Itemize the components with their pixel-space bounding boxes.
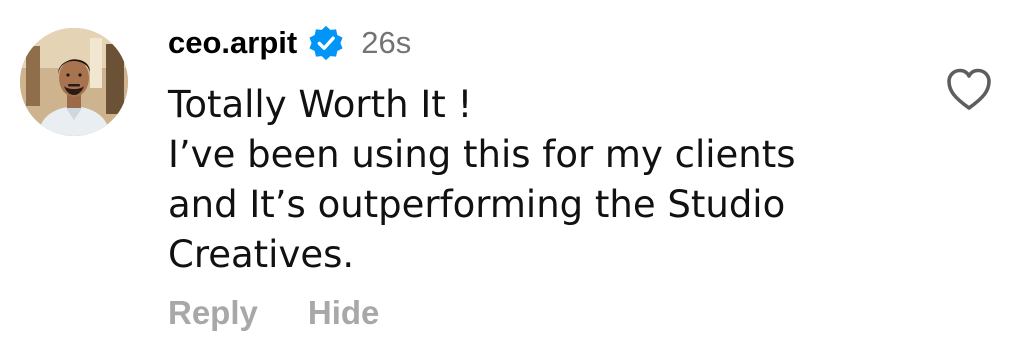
reply-button[interactable]: Reply (168, 294, 258, 332)
comment-item: ceo.arpit 26s Totally Worth It ! I’ve be… (0, 0, 1026, 345)
comment-text: Totally Worth It ! I’ve been using this … (168, 80, 868, 280)
timestamp: 26s (361, 25, 412, 60)
comment-line: Creatives. (168, 233, 355, 276)
heart-outline-icon[interactable] (945, 66, 993, 112)
username[interactable]: ceo.arpit (168, 25, 297, 61)
comment-line: Totally Worth It ! (168, 83, 473, 126)
comment-actions: Reply Hide (168, 294, 379, 332)
avatar-image (20, 28, 128, 136)
hide-button[interactable]: Hide (308, 294, 380, 332)
comment-line: I’ve been using this for my clients (168, 133, 796, 176)
avatar[interactable] (20, 28, 128, 136)
comment-line: and It’s outperforming the Studio (168, 183, 786, 226)
comment-header: ceo.arpit 26s (168, 20, 411, 66)
verified-badge-icon (307, 24, 345, 62)
